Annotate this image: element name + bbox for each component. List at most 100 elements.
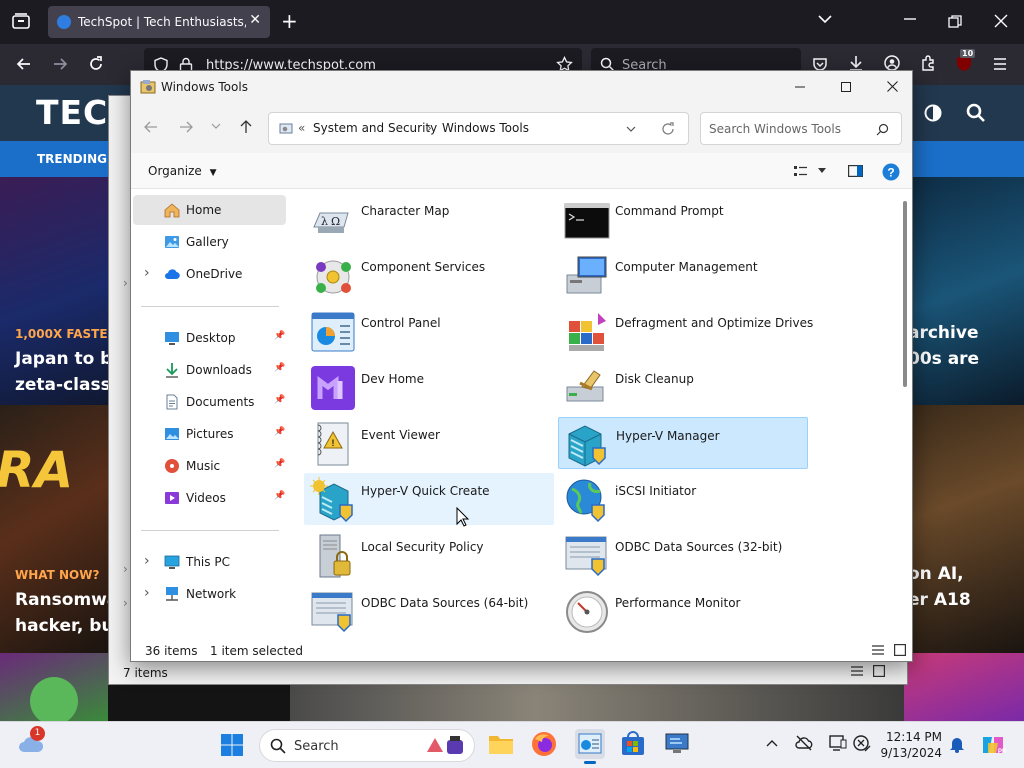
nav-item-desktop[interactable]: Desktop 📌: [133, 323, 286, 353]
menu-icon[interactable]: [992, 56, 1008, 72]
chevron-right-icon[interactable]: ›: [144, 585, 150, 601]
story-image[interactable]: [904, 405, 1024, 653]
copilot-icon[interactable]: PRE: [980, 733, 1006, 757]
tab-list-icon[interactable]: [12, 13, 30, 29]
reload-icon[interactable]: [88, 56, 104, 72]
item-character-map[interactable]: λΩ Character Map: [304, 193, 554, 245]
story-image[interactable]: [0, 653, 108, 721]
address-history-chevron-icon[interactable]: [626, 126, 636, 133]
nav-item-this-pc[interactable]: › This PC: [133, 547, 286, 577]
browser-tab[interactable]: TechSpot | Tech Enthusiasts, Po ✕: [48, 6, 270, 38]
item-defragment[interactable]: Defragment and Optimize Drives: [558, 305, 813, 357]
chevron-right-icon[interactable]: ›: [144, 265, 150, 281]
story-headline[interactable]: archive 00s are: [908, 320, 979, 372]
breadcrumb-item[interactable]: Windows Tools: [442, 121, 529, 135]
recent-locations-icon[interactable]: [211, 123, 221, 130]
chevron-right-icon[interactable]: ›: [144, 553, 150, 569]
change-view-icon[interactable]: [794, 165, 808, 177]
details-view-icon[interactable]: [872, 645, 884, 655]
organize-button[interactable]: Organize ▼: [148, 164, 217, 178]
taskbar-search[interactable]: Search: [259, 729, 475, 762]
item-iscsi-initiator[interactable]: iSCSI Initiator: [558, 473, 808, 525]
file-explorer-icon[interactable]: [488, 731, 514, 757]
pin-icon[interactable]: 📌: [274, 395, 285, 405]
extensions-icon[interactable]: [920, 55, 936, 71]
breadcrumb-item[interactable]: System and Security: [313, 121, 437, 135]
chevron-right-icon[interactable]: ›: [123, 562, 128, 576]
pin-icon[interactable]: 📌: [274, 363, 285, 373]
forward-icon[interactable]: [179, 120, 193, 134]
large-icons-view-icon[interactable]: [894, 644, 906, 656]
item-performance-monitor[interactable]: Performance Monitor: [558, 585, 808, 635]
nav-trending[interactable]: TRENDING: [37, 152, 107, 166]
nav-item-music[interactable]: Music 📌: [133, 451, 286, 481]
refresh-icon[interactable]: [661, 122, 675, 136]
nav-item-network[interactable]: › Network: [133, 579, 286, 609]
breadcrumb-overflow[interactable]: «: [298, 121, 305, 135]
browser-restore-icon[interactable]: [948, 15, 962, 29]
remote-desktop-icon[interactable]: [664, 731, 690, 757]
item-odbc-64[interactable]: ODBC Data Sources (64-bit): [304, 585, 554, 635]
item-component-services[interactable]: Component Services: [304, 249, 554, 301]
story-image[interactable]: [904, 653, 1024, 721]
pin-icon[interactable]: 📌: [274, 459, 285, 469]
close-tab-icon[interactable]: ✕: [249, 12, 261, 28]
show-hidden-icons-icon[interactable]: [766, 739, 778, 747]
control-panel-app-icon[interactable]: [575, 729, 605, 764]
search-windows-tools-input[interactable]: Search Windows Tools: [700, 112, 902, 145]
nav-item-videos[interactable]: Videos 📌: [133, 483, 286, 513]
new-tab-icon[interactable]: +: [281, 11, 298, 31]
browser-minimize-icon[interactable]: [903, 12, 917, 26]
item-control-panel[interactable]: Control Panel: [304, 305, 554, 357]
item-command-prompt[interactable]: Command Prompt: [558, 193, 808, 245]
store-icon[interactable]: [620, 731, 646, 757]
theme-toggle-icon[interactable]: [924, 104, 942, 122]
item-hyper-v-manager[interactable]: Hyper-V Manager: [558, 417, 808, 469]
list-all-tabs-icon[interactable]: [818, 14, 832, 24]
nav-item-documents[interactable]: Documents 📌: [133, 387, 286, 417]
back-icon[interactable]: [16, 56, 32, 72]
nav-item-gallery[interactable]: Gallery: [133, 227, 286, 257]
maximize-button[interactable]: [823, 71, 869, 103]
chevron-right-icon[interactable]: ›: [123, 596, 128, 610]
up-icon[interactable]: [239, 120, 253, 134]
item-computer-management[interactable]: Computer Management: [558, 249, 808, 301]
start-icon[interactable]: [220, 733, 244, 757]
details-view-icon[interactable]: [851, 666, 863, 676]
nav-item-pictures[interactable]: Pictures 📌: [133, 419, 286, 449]
story-headline[interactable]: on AI, er A18: [908, 561, 971, 613]
firefox-icon[interactable]: [531, 731, 557, 757]
forward-icon[interactable]: [52, 56, 68, 72]
minimize-button[interactable]: [777, 71, 823, 103]
ublock-extension-icon[interactable]: 10: [955, 49, 976, 72]
help-icon[interactable]: ?: [882, 163, 900, 181]
browser-close-icon[interactable]: [994, 14, 1008, 28]
item-event-viewer[interactable]: ! Event Viewer: [304, 417, 554, 469]
close-button[interactable]: [869, 71, 915, 103]
item-dev-home[interactable]: Dev Home: [304, 361, 554, 413]
pin-icon[interactable]: 📌: [274, 427, 285, 437]
chevron-right-icon[interactable]: ›: [123, 276, 128, 290]
site-search-icon[interactable]: [966, 103, 986, 123]
item-local-security-policy[interactable]: Local Security Policy: [304, 529, 554, 581]
network-disconnected-icon[interactable]: [795, 735, 813, 751]
clock[interactable]: 12:14 PM 9/13/2024: [868, 729, 942, 761]
preview-pane-icon[interactable]: [848, 165, 863, 177]
address-bar[interactable]: « System and Security › Windows Tools: [268, 112, 689, 145]
item-odbc-32[interactable]: ODBC Data Sources (32-bit): [558, 529, 808, 581]
nav-item-home[interactable]: Home: [133, 195, 286, 225]
item-hyper-v-quick-create[interactable]: Hyper-V Quick Create: [304, 473, 554, 525]
nav-item-onedrive[interactable]: › OneDrive: [133, 259, 286, 289]
notification-bell-icon[interactable]: [949, 735, 965, 753]
back-icon[interactable]: [144, 120, 158, 134]
pin-icon[interactable]: 📌: [274, 331, 285, 341]
view-options-chevron-icon[interactable]: [818, 168, 826, 174]
nav-item-downloads[interactable]: Downloads 📌: [133, 355, 286, 385]
tiles-view-icon[interactable]: [873, 665, 885, 677]
item-disk-cleanup[interactable]: Disk Cleanup: [558, 361, 808, 413]
widgets-icon[interactable]: 1: [18, 726, 46, 756]
downloads-icon[interactable]: [848, 55, 864, 71]
account-icon[interactable]: [884, 55, 900, 71]
scrollbar-thumb[interactable]: [903, 201, 907, 387]
display-icon[interactable]: [829, 735, 847, 751]
